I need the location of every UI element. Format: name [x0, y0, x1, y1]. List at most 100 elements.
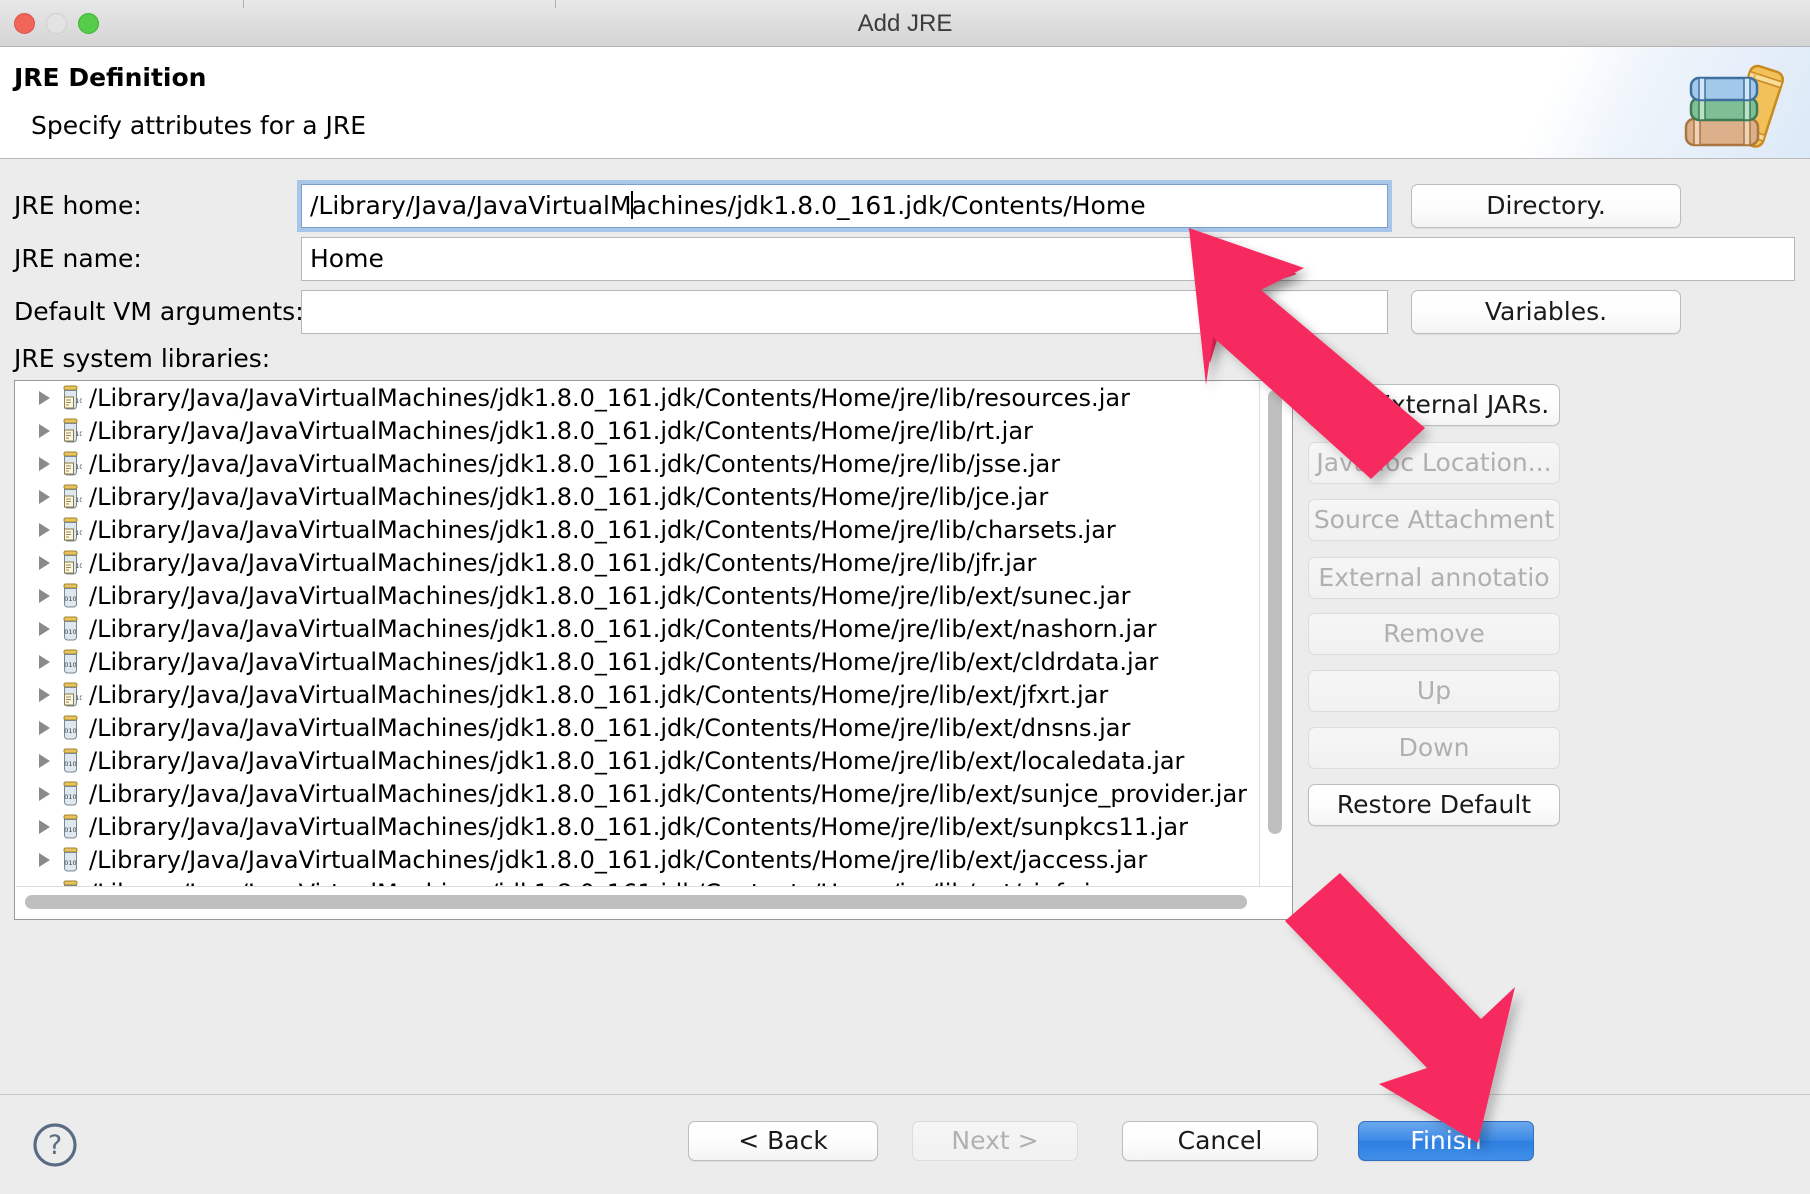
library-path-label: /Library/Java/JavaVirtualMachines/jdk1.8… — [89, 747, 1184, 775]
help-question-icon[interactable]: ? — [31, 1121, 79, 1173]
jre-home-label: JRE home: — [14, 184, 142, 228]
library-path-label: /Library/Java/JavaVirtualMachines/jdk1.8… — [89, 681, 1108, 709]
side-button-source-attachment: Source Attachment — [1308, 499, 1560, 541]
side-button-javadoc-location: Javadoc Location... — [1308, 442, 1560, 484]
page-title: JRE Definition — [14, 63, 206, 92]
expand-triangle-icon[interactable] — [39, 523, 50, 537]
jar-icon: 010 — [59, 814, 82, 840]
cancel-button[interactable]: Cancel — [1122, 1121, 1318, 1161]
library-list-item[interactable]: 10/Library/Java/JavaVirtualMachines/jdk1… — [15, 447, 1261, 480]
vertical-scrollbar-thumb[interactable] — [1268, 390, 1282, 834]
jar-source-icon: 10 — [59, 451, 82, 477]
jre-system-libraries-list[interactable]: 10/Library/Java/JavaVirtualMachines/jdk1… — [14, 380, 1293, 920]
svg-text:10: 10 — [76, 695, 83, 702]
library-list-item[interactable]: 10/Library/Java/JavaVirtualMachines/jdk1… — [15, 381, 1261, 414]
horizontal-scrollbar-thumb[interactable] — [25, 895, 1247, 909]
expand-triangle-icon[interactable] — [39, 457, 50, 471]
library-list-item[interactable]: 010/Library/Java/JavaVirtualMachines/jdk… — [15, 645, 1261, 678]
expand-triangle-icon[interactable] — [39, 721, 50, 735]
horizontal-scrollbar[interactable] — [16, 886, 1293, 918]
library-path-label: /Library/Java/JavaVirtualMachines/jdk1.8… — [89, 615, 1157, 643]
jre-home-value-post: achines/jdk1.8.0_161.jdk/Contents/Home — [632, 191, 1146, 220]
back-button[interactable]: < Back — [688, 1121, 878, 1161]
expand-triangle-icon[interactable] — [39, 424, 50, 438]
directory-button[interactable]: Directory. — [1411, 184, 1681, 228]
library-rows-container: 10/Library/Java/JavaVirtualMachines/jdk1… — [15, 381, 1261, 887]
expand-triangle-icon[interactable] — [39, 787, 50, 801]
library-list-item[interactable]: 010/Library/Java/JavaVirtualMachines/jdk… — [15, 711, 1261, 744]
expand-triangle-icon[interactable] — [39, 490, 50, 504]
library-path-label: /Library/Java/JavaVirtualMachines/jdk1.8… — [89, 549, 1036, 577]
add-jre-dialog: Add JRE — [0, 0, 1810, 1194]
finish-button[interactable]: Finish — [1358, 1121, 1534, 1161]
svg-text:10: 10 — [76, 530, 83, 537]
jar-source-icon: 10 — [59, 682, 82, 708]
library-list-item[interactable]: 10/Library/Java/JavaVirtualMachines/jdk1… — [15, 513, 1261, 546]
page-subtitle: Specify attributes for a JRE — [31, 111, 366, 140]
jar-icon: 010 — [59, 583, 82, 609]
jar-icon: 010 — [59, 748, 82, 774]
side-button-remove: Remove — [1308, 613, 1560, 655]
library-path-label: /Library/Java/JavaVirtualMachines/jdk1.8… — [89, 417, 1033, 445]
svg-text:010: 010 — [64, 859, 76, 867]
svg-text:010: 010 — [64, 793, 76, 801]
vertical-scrollbar[interactable] — [1259, 382, 1291, 887]
expand-triangle-icon[interactable] — [39, 589, 50, 603]
library-path-label: /Library/Java/JavaVirtualMachines/jdk1.8… — [89, 384, 1130, 412]
svg-text:010: 010 — [64, 760, 76, 768]
jre-home-value-pre: /Library/Java/JavaVirtualM — [310, 191, 632, 220]
svg-text:010: 010 — [64, 595, 76, 603]
svg-text:10: 10 — [76, 497, 83, 504]
library-list-item[interactable]: 10/Library/Java/JavaVirtualMachines/jdk1… — [15, 480, 1261, 513]
expand-triangle-icon[interactable] — [39, 754, 50, 768]
library-path-label: /Library/Java/JavaVirtualMachines/jdk1.8… — [89, 516, 1116, 544]
jar-icon: 010 — [59, 616, 82, 642]
svg-text:010: 010 — [64, 727, 76, 735]
title-bar: Add JRE — [0, 0, 1810, 47]
library-path-label: /Library/Java/JavaVirtualMachines/jdk1.8… — [89, 813, 1188, 841]
jar-source-icon: 10 — [59, 418, 82, 444]
jar-source-icon: 10 — [59, 484, 82, 510]
svg-text:10: 10 — [76, 464, 83, 471]
side-button-up: Up — [1308, 670, 1560, 712]
side-button-external-annotatio: External annotatio — [1308, 557, 1560, 599]
window-title: Add JRE — [0, 0, 1810, 47]
expand-triangle-icon[interactable] — [39, 391, 50, 405]
side-button-add-external-jars[interactable]: Add External JARs. — [1308, 384, 1560, 426]
expand-triangle-icon[interactable] — [39, 688, 50, 702]
jre-name-input[interactable]: Home — [301, 237, 1795, 281]
library-list-item[interactable]: 10/Library/Java/JavaVirtualMachines/jdk1… — [15, 546, 1261, 579]
variables-button[interactable]: Variables. — [1411, 290, 1681, 334]
expand-triangle-icon[interactable] — [39, 853, 50, 867]
expand-triangle-icon[interactable] — [39, 820, 50, 834]
svg-text:010: 010 — [64, 661, 76, 669]
jar-icon: 010 — [59, 781, 82, 807]
vm-arguments-label: Default VM arguments: — [14, 290, 304, 334]
jar-icon: 010 — [59, 715, 82, 741]
library-path-label: /Library/Java/JavaVirtualMachines/jdk1.8… — [89, 483, 1048, 511]
library-list-item[interactable]: 010/Library/Java/JavaVirtualMachines/jdk… — [15, 843, 1261, 876]
library-list-item[interactable]: 010/Library/Java/JavaVirtualMachines/jdk… — [15, 579, 1261, 612]
jre-name-label: JRE name: — [14, 237, 142, 281]
expand-triangle-icon[interactable] — [39, 622, 50, 636]
expand-triangle-icon[interactable] — [39, 655, 50, 669]
library-list-item[interactable]: 010/Library/Java/JavaVirtualMachines/jdk… — [15, 744, 1261, 777]
library-list-item[interactable]: 10/Library/Java/JavaVirtualMachines/jdk1… — [15, 678, 1261, 711]
library-list-item[interactable]: 010/Library/Java/JavaVirtualMachines/jdk… — [15, 612, 1261, 645]
library-list-item[interactable]: 10/Library/Java/JavaVirtualMachines/jdk1… — [15, 414, 1261, 447]
books-icon — [1678, 53, 1798, 157]
side-button-restore-default[interactable]: Restore Default — [1308, 784, 1560, 826]
library-list-item[interactable]: 010/Library/Java/JavaVirtualMachines/jdk… — [15, 810, 1261, 843]
svg-text:010: 010 — [64, 628, 76, 636]
jre-home-input[interactable]: /Library/Java/JavaVirtualMachines/jdk1.8… — [301, 184, 1388, 228]
jre-system-libraries-label: JRE system libraries: — [14, 344, 270, 373]
expand-triangle-icon[interactable] — [39, 556, 50, 570]
svg-text:010: 010 — [64, 826, 76, 834]
dialog-footer — [0, 1094, 1810, 1194]
library-list-item[interactable]: 010/Library/Java/JavaVirtualMachines/jdk… — [15, 777, 1261, 810]
library-path-label: /Library/Java/JavaVirtualMachines/jdk1.8… — [89, 450, 1060, 478]
jar-source-icon: 10 — [59, 385, 82, 411]
dialog-body: JRE home: /Library/Java/JavaVirtualMachi… — [0, 160, 1810, 1094]
vm-arguments-input[interactable] — [301, 290, 1388, 334]
svg-text:?: ? — [48, 1130, 62, 1161]
